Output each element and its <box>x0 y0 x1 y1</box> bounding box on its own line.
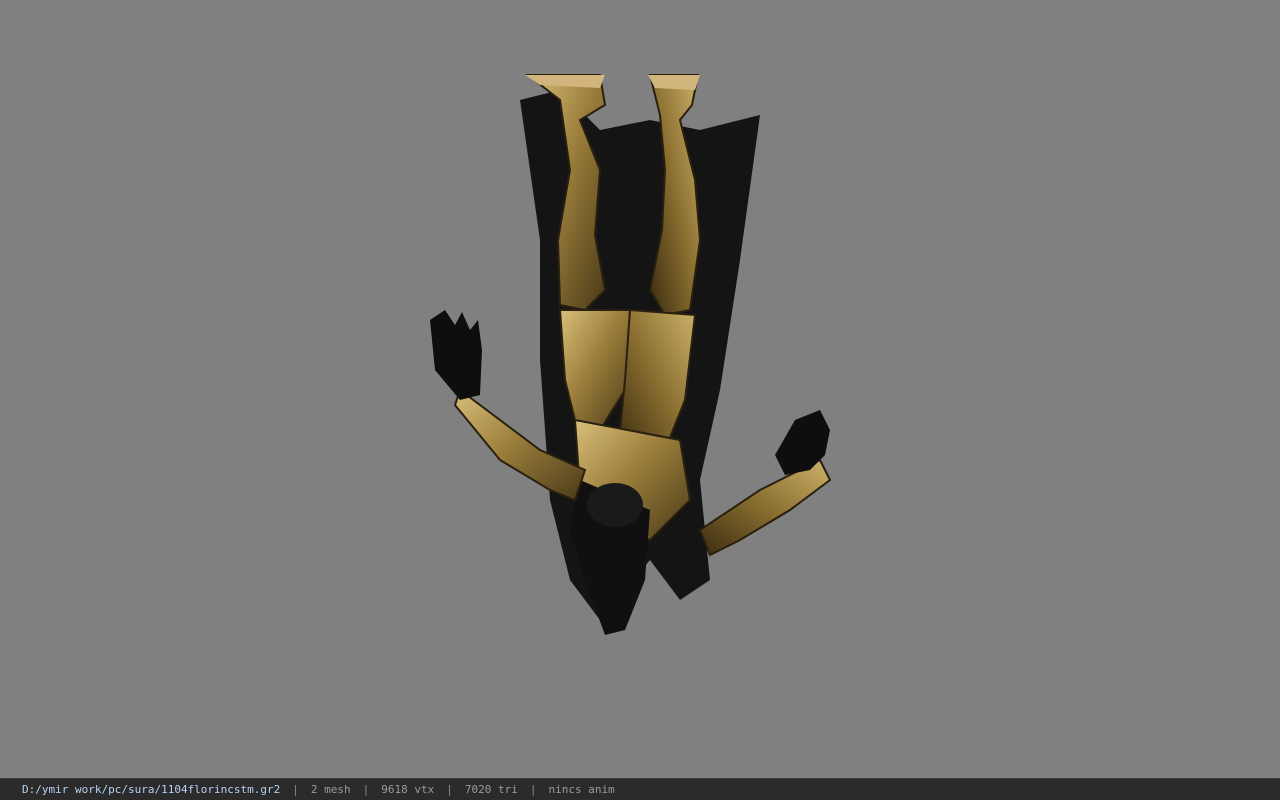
separator: | <box>529 783 537 796</box>
3d-viewport[interactable] <box>0 0 1280 778</box>
separator: | <box>362 783 370 796</box>
status-bar: D:/ymir work/pc/sura/1104florincstm.gr2 |… <box>0 778 1280 800</box>
separator: | <box>446 783 453 796</box>
mesh-count: 2 mesh <box>310 783 351 796</box>
separator: | <box>292 783 299 796</box>
triangle-count: 7020 tri <box>464 783 518 796</box>
file-path: D:/ymir work/pc/sura/1104florincstm.gr2 <box>22 783 281 796</box>
animation-status: nincs anim <box>548 783 615 796</box>
armored-figure-icon <box>430 74 832 635</box>
vertex-count: 9618 vtx <box>381 783 435 796</box>
